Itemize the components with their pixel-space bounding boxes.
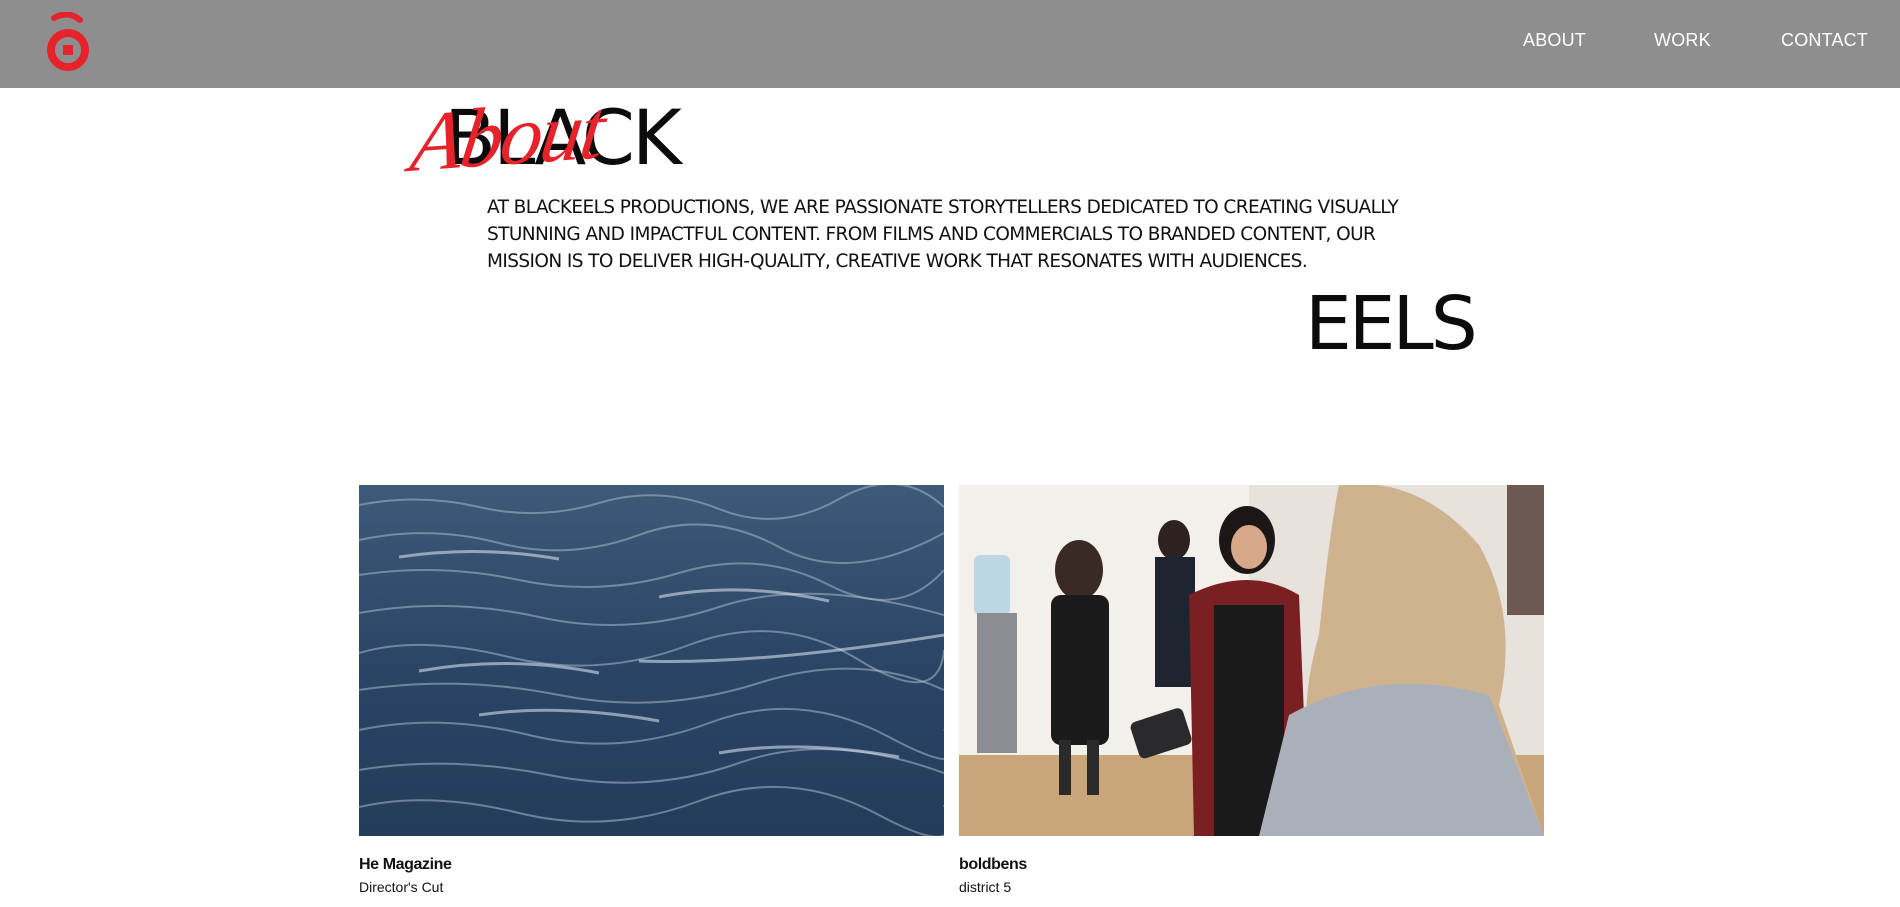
work-card: He Magazine Director's Cut (359, 485, 944, 895)
people-greeting-image[interactable] (959, 485, 1544, 836)
main-nav: ABOUT WORK CONTACT (0, 0, 1900, 88)
work-title[interactable]: He Magazine (359, 856, 452, 874)
work-subtitle: Director's Cut (359, 879, 444, 895)
site-header: ABOUT WORK CONTACT (0, 0, 1900, 88)
nav-about-link[interactable]: ABOUT (1523, 30, 1586, 51)
work-title[interactable]: boldbens (959, 856, 1027, 874)
work-card: boldbens district 5 (959, 485, 1544, 895)
ocean-waves-picture (359, 485, 944, 836)
ocean-waves-image[interactable] (359, 485, 944, 836)
about-paragraph: AT BLACKEELS PRODUCTIONS, WE ARE PASSION… (487, 197, 1399, 272)
about-script-heading: About (405, 82, 610, 191)
nav-contact-link[interactable]: CONTACT (1781, 30, 1868, 51)
nav-work-link[interactable]: WORK (1654, 30, 1711, 51)
work-subtitle: district 5 (959, 879, 1012, 895)
people-greeting-picture (959, 485, 1544, 836)
hero-word-eels: EELS (1305, 281, 1478, 367)
